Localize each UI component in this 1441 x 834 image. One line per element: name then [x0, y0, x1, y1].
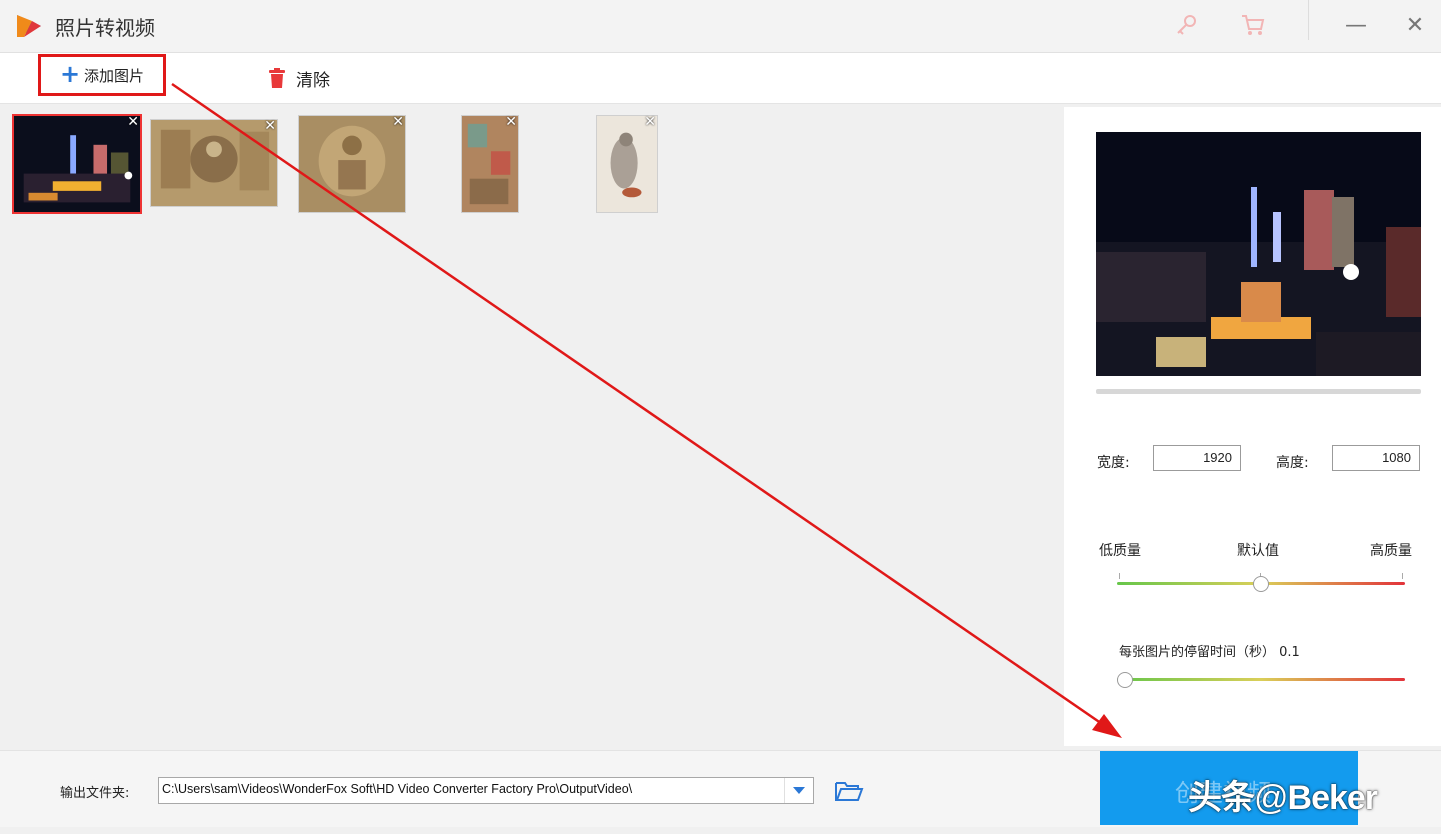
thumb-remove-icon[interactable]: ✕ [264, 119, 276, 133]
trash-icon [269, 68, 285, 88]
duration-slider[interactable] [1117, 678, 1405, 681]
chevron-down-icon [793, 787, 805, 794]
cart-icon[interactable] [1238, 10, 1268, 40]
width-input[interactable]: 1920 [1153, 445, 1241, 471]
thumb-remove-icon[interactable]: ✕ [644, 115, 656, 129]
title-bar: 照片转视频 — ✕ [0, 0, 1441, 53]
mural-1-image [151, 120, 277, 206]
clear-button[interactable]: 清除 [268, 65, 330, 91]
city-night-image [14, 116, 140, 212]
duration-label: 每张图片的停留时间（秒） 0.1 [1119, 645, 1300, 660]
clear-label: 清除 [296, 70, 330, 91]
mural-3-image [462, 116, 518, 212]
close-button[interactable]: ✕ [1401, 12, 1429, 40]
quality-slider-handle[interactable] [1253, 576, 1269, 592]
preview-progress [1096, 389, 1421, 394]
title-separator [1308, 0, 1309, 40]
output-path-field[interactable]: C:\Users\sam\Videos\WonderFox Soft\HD Vi… [158, 777, 814, 804]
duration-slider-handle[interactable] [1117, 672, 1133, 688]
default-quality-label: 默认值 [1237, 543, 1279, 559]
height-label: 高度: [1276, 455, 1309, 471]
add-image-button[interactable]: + 添加图片 [38, 54, 166, 96]
image-list[interactable]: ✕ ✕ ✕ ✕ ✕ [2, 105, 1062, 747]
thumb-remove-icon[interactable]: ✕ [392, 115, 404, 129]
high-quality-label: 高质量 [1370, 543, 1412, 559]
watermark-at: @ [1254, 779, 1289, 817]
key-icon[interactable] [1172, 10, 1202, 40]
watermark-name: Beker [1287, 779, 1379, 817]
thumbnail-mural-3[interactable]: ✕ [461, 115, 519, 213]
thumbnail-mural-1[interactable]: ✕ [150, 119, 278, 207]
settings-panel: 宽度: 1920 高度: 1080 低质量 默认值 高质量 每张图片的停留时间（… [1064, 107, 1441, 746]
thumbnail-sketch[interactable]: ✕ [596, 115, 658, 213]
output-path-value: C:\Users\sam\Videos\WonderFox Soft\HD Vi… [162, 782, 633, 796]
low-quality-label: 低质量 [1099, 543, 1141, 559]
mural-2-image [299, 116, 405, 212]
path-dropdown-button[interactable] [784, 778, 813, 803]
slider-tick [1119, 573, 1120, 579]
bottom-bar: 输出文件夹: C:\Users\sam\Videos\WonderFox Sof… [0, 750, 1441, 827]
app-logo [17, 15, 41, 37]
watermark: 头条@Beker [1188, 770, 1379, 819]
add-image-label: 添加图片 [84, 66, 145, 85]
plus-icon: + [59, 60, 81, 88]
height-input[interactable]: 1080 [1332, 445, 1420, 471]
output-folder-label: 输出文件夹: [60, 786, 130, 801]
sketch-image [597, 116, 657, 212]
thumb-remove-icon[interactable]: ✕ [505, 115, 517, 129]
toolbar: + 添加图片 清除 [0, 53, 1441, 104]
minimize-button[interactable]: — [1342, 12, 1370, 40]
thumb-remove-icon[interactable]: ✕ [127, 115, 139, 129]
width-label: 宽度: [1097, 455, 1130, 471]
window-title: 照片转视频 [55, 16, 155, 40]
slider-tick [1402, 573, 1403, 579]
watermark-prefix: 头条 [1188, 779, 1255, 817]
thumbnail-mural-2[interactable]: ✕ [298, 115, 406, 213]
thumbnail-city-night[interactable]: ✕ [12, 114, 142, 214]
open-folder-icon[interactable] [834, 779, 864, 803]
preview-image [1096, 132, 1421, 376]
